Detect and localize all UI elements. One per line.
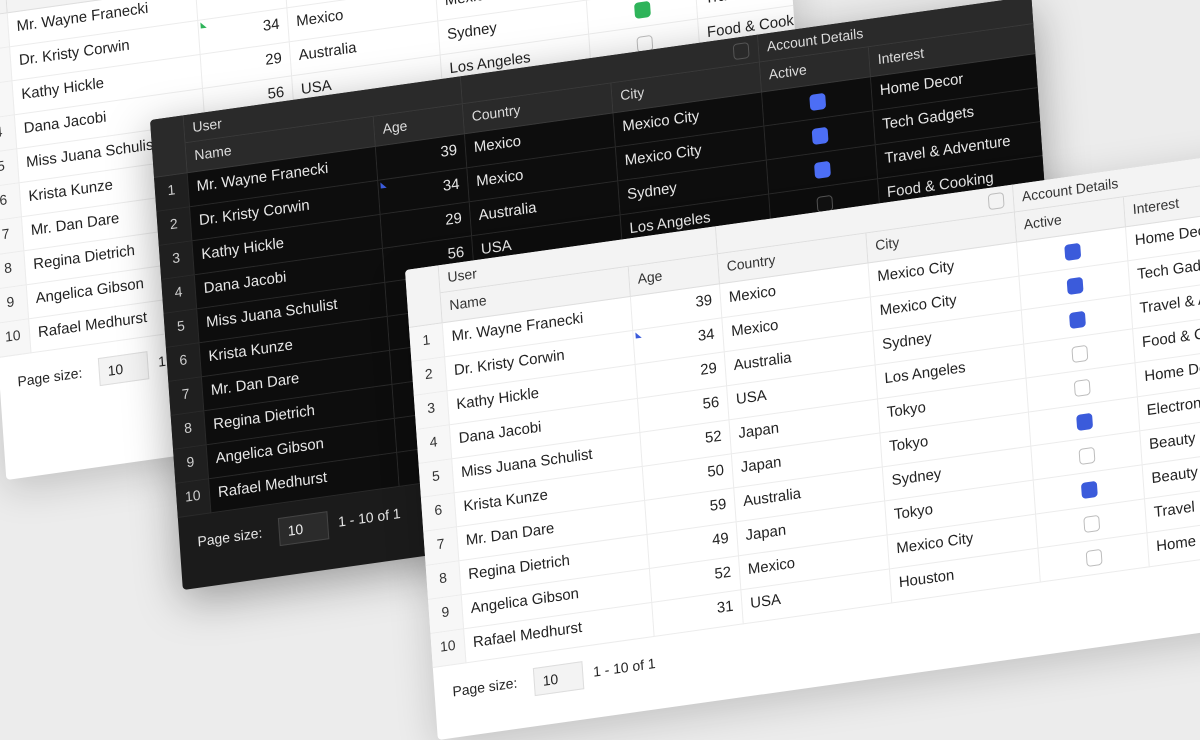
page-size-select[interactable]: 10 [277, 511, 330, 547]
grid-cell-index: 8 [425, 561, 462, 600]
grid-cell-index: 3 [413, 391, 450, 430]
active-checkbox-checked[interactable] [811, 126, 829, 146]
active-checkbox-checked[interactable] [634, 0, 651, 20]
cell-edit-marker-icon [635, 331, 642, 339]
active-checkbox-checked[interactable] [1064, 242, 1082, 262]
grid-cell-index: 8 [170, 411, 207, 450]
grid-cell-index: 10 [0, 319, 32, 358]
page-size-select[interactable]: 10 [532, 661, 585, 697]
active-checkbox-unchecked[interactable] [1078, 446, 1096, 466]
grid-cell-index: 5 [418, 459, 455, 498]
grid-cell-index: 10 [175, 479, 212, 518]
pager-summary: 1 - 10 of 1 [592, 654, 657, 680]
grid-cell-index: 4 [161, 275, 198, 314]
header-select-all-checkbox[interactable] [732, 41, 750, 61]
header-select-all-checkbox[interactable] [987, 191, 1005, 211]
grid-cell-index: 5 [163, 309, 200, 348]
header-corner [405, 265, 443, 328]
grid-cell-index: 2 [156, 207, 193, 246]
grid-cell-index: 2 [411, 357, 448, 396]
active-checkbox-unchecked[interactable] [1071, 344, 1089, 364]
grid-cell-index: 7 [423, 527, 460, 566]
active-checkbox-checked[interactable] [1066, 276, 1084, 296]
grid-cell-index: 1 [409, 323, 446, 362]
active-checkbox-checked[interactable] [814, 160, 831, 180]
active-checkbox-unchecked[interactable] [1073, 378, 1091, 398]
grid-cell-index: 9 [0, 285, 30, 324]
active-checkbox-unchecked[interactable] [1083, 514, 1101, 534]
cell-edit-marker-icon [200, 21, 207, 29]
page-size-label: Page size: [16, 364, 83, 390]
header-corner [150, 115, 188, 178]
grid-cell-index: 6 [0, 183, 22, 222]
active-checkbox-unchecked[interactable] [1085, 548, 1103, 568]
grid-cell-index: 9 [428, 595, 465, 634]
cell-edit-marker-icon [380, 181, 387, 189]
grid-cell-index: 6 [420, 493, 457, 532]
grid-cell-index: 10 [430, 629, 467, 668]
grid-cell-index: 9 [173, 445, 210, 484]
grid-cell-index: 7 [168, 377, 205, 416]
grid-cell-index: 8 [0, 251, 27, 290]
grid-cell-index: 6 [165, 343, 202, 382]
active-checkbox-checked[interactable] [809, 92, 827, 112]
active-checkbox-checked[interactable] [1069, 310, 1086, 330]
page-size-select[interactable]: 10 [97, 351, 150, 387]
page-size-label: Page size: [451, 674, 518, 700]
active-checkbox-checked[interactable] [1080, 480, 1098, 500]
grid-cell-index: 3 [158, 241, 195, 280]
page-size-label: Page size: [196, 524, 263, 550]
active-checkbox-checked[interactable] [1076, 412, 1094, 432]
grid-cell-index: 7 [0, 217, 25, 256]
grid-cell-index: 1 [154, 173, 191, 212]
grid-cell-index: 4 [416, 425, 453, 464]
